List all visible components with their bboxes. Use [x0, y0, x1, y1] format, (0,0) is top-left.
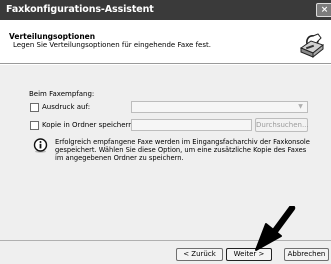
copy-folder-checkbox-label[interactable]: Kopie in Ordner speichern:: [42, 121, 135, 129]
copy-folder-checkbox[interactable]: [30, 121, 39, 130]
wizard-header: Verteilungsoptionen Legen Sie Verteilung…: [0, 20, 331, 64]
page-title: Verteilungsoptionen: [9, 32, 96, 41]
print-checkbox[interactable]: [30, 103, 39, 112]
info-icon: [33, 138, 48, 153]
window-title: Faxkonfigurations-Assistent: [6, 4, 154, 15]
pointer-arrow-icon: [255, 206, 296, 251]
printer-select[interactable]: ▼: [131, 101, 308, 113]
title-bar[interactable]: Faxkonfigurations-Assistent ×: [0, 0, 331, 20]
browse-button[interactable]: Durchsuchen...: [255, 118, 309, 132]
close-button[interactable]: ×: [316, 3, 331, 17]
folder-path-input[interactable]: [131, 119, 252, 131]
back-button[interactable]: < Zurück: [176, 248, 223, 261]
receive-section-label: Beim Faxempfang:: [29, 90, 95, 98]
page-subtitle: Legen Sie Verteilungsoptionen für eingeh…: [13, 41, 211, 49]
print-checkbox-label[interactable]: Ausdruck auf:: [42, 103, 90, 111]
chevron-down-icon[interactable]: ▼: [295, 103, 306, 111]
fax-wizard-icon: [299, 33, 325, 59]
wizard-window: Faxkonfigurations-Assistent × Verteilung…: [0, 0, 331, 264]
info-text: Erfolgreich empfangene Faxe werden im Ei…: [55, 138, 310, 162]
